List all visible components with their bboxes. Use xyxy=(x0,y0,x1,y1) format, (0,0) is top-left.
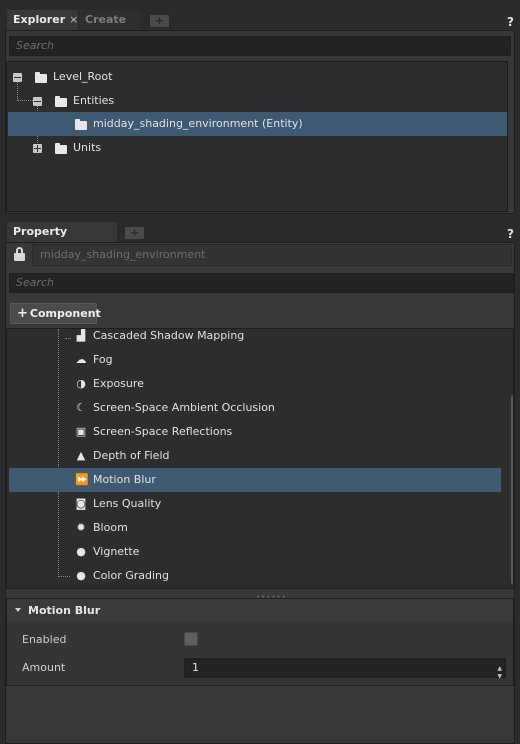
shadow-icon: ▟ xyxy=(76,329,86,342)
component-bloom[interactable]: ✹ Bloom xyxy=(9,516,501,540)
component-list: ▟ Cascaded Shadow Mapping ☁ Fog ◑ Exposu… xyxy=(6,328,514,589)
dot-circle-icon: ● xyxy=(76,545,86,558)
property-editor-tabbar: Property Editor× + ? xyxy=(0,218,520,258)
folder-icon xyxy=(35,72,47,83)
help-icon[interactable]: ? xyxy=(507,227,514,241)
tab-explorer[interactable]: Explorer × xyxy=(7,10,78,30)
road-icon: ▲ xyxy=(76,449,86,462)
component-ssr[interactable]: ▣ Screen-Space Reflections xyxy=(9,420,501,444)
component-list-scrollbar[interactable] xyxy=(511,395,513,585)
amount-value: 1 xyxy=(192,661,199,674)
component-fog[interactable]: ☁ Fog xyxy=(9,348,501,372)
tab-explorer-label: Explorer xyxy=(13,13,66,26)
component-label: Screen-Space Ambient Occlusion xyxy=(93,401,275,414)
enabled-checkbox[interactable] xyxy=(184,632,198,646)
tab-create-label: Create xyxy=(85,13,127,26)
component-label: Fog xyxy=(93,353,113,366)
amount-label: Amount xyxy=(22,661,66,674)
motion-blur-properties: Enabled Amount 1 ▲ ▼ xyxy=(6,622,514,686)
section-title: Motion Blur xyxy=(28,604,101,617)
component-label: Cascaded Shadow Mapping xyxy=(93,329,245,342)
lock-icon[interactable] xyxy=(14,247,25,261)
collapse-icon[interactable] xyxy=(13,73,22,82)
tree-item-label: Entities xyxy=(73,94,115,107)
component-vignette[interactable]: ● Vignette xyxy=(9,540,501,564)
component-depth-of-field[interactable]: ▲ Depth of Field xyxy=(9,444,501,468)
explorer-search-input[interactable]: Search xyxy=(9,36,511,56)
half-circle-icon: ◑ xyxy=(76,377,86,390)
fast-forward-icon: ⏩ xyxy=(75,473,89,486)
help-icon[interactable]: ? xyxy=(507,15,514,29)
tree-item-selected-entity[interactable]: midday_shading_environment (Entity) xyxy=(8,112,507,136)
tab-property-editor[interactable]: Property Editor× xyxy=(7,222,117,258)
tree-item-level-root[interactable]: Level_Root xyxy=(7,65,507,89)
entity-name-field[interactable]: midday_shading_environment xyxy=(32,244,512,266)
component-label: Motion Blur xyxy=(93,473,156,486)
add-component-button[interactable]: + Component xyxy=(10,303,101,324)
component-label: Color Grading xyxy=(93,569,169,582)
add-component-label: Component xyxy=(29,307,101,320)
tree-item-units[interactable]: Units xyxy=(7,136,507,160)
enabled-label: Enabled xyxy=(22,633,67,646)
amount-input[interactable]: 1 ▲ ▼ xyxy=(184,658,506,680)
decrement-icon[interactable]: ▼ xyxy=(497,668,502,686)
component-label: Bloom xyxy=(93,521,128,534)
component-label: Lens Quality xyxy=(93,497,162,510)
tree-item-entities[interactable]: Entities xyxy=(7,89,507,113)
component-label: Exposure xyxy=(93,377,144,390)
component-label: Vignette xyxy=(93,545,140,558)
folder-icon xyxy=(55,143,67,154)
component-color-grading[interactable]: ● Color Grading xyxy=(9,564,501,588)
image-icon: ▣ xyxy=(75,425,87,438)
component-motion-blur[interactable]: ⏩ Motion Blur xyxy=(9,468,501,492)
tree-item-label: Level_Root xyxy=(53,70,113,83)
tab-create[interactable]: Create xyxy=(79,10,141,30)
close-icon[interactable]: × xyxy=(69,13,78,26)
folder-icon xyxy=(55,96,67,107)
expand-icon[interactable] xyxy=(33,144,42,153)
sun-burst-icon: ✹ xyxy=(76,521,86,534)
tree-item-label: Units xyxy=(73,141,102,154)
tree-item-label: midday_shading_environment (Entity) xyxy=(93,117,303,130)
explorer-tree: Level_Root Entities midday_shading_envir… xyxy=(6,61,508,212)
cloud-icon: ☁ xyxy=(75,353,87,366)
component-label: Depth of Field xyxy=(93,449,170,462)
camera-icon: ◙ xyxy=(75,497,87,510)
explorer-tabbar: Explorer × Create + ? xyxy=(0,6,520,30)
component-lens-quality[interactable]: ◙ Lens Quality xyxy=(9,492,501,516)
folder-icon xyxy=(75,119,87,130)
motion-blur-section-header[interactable]: Motion Blur xyxy=(6,598,514,622)
property-search-input[interactable]: Search xyxy=(9,273,514,293)
collapse-icon[interactable] xyxy=(33,97,42,106)
add-tab-icon[interactable]: + xyxy=(125,227,144,239)
component-label: Screen-Space Reflections xyxy=(93,425,233,438)
plus-icon: + xyxy=(17,306,28,321)
add-tab-icon[interactable]: + xyxy=(150,15,169,27)
component-ssao[interactable]: ☾ Screen-Space Ambient Occlusion xyxy=(9,396,501,420)
entity-name-row: midday_shading_environment xyxy=(9,244,512,266)
moon-icon: ☾ xyxy=(76,401,86,414)
collapse-arrow-icon[interactable] xyxy=(15,608,21,612)
component-exposure[interactable]: ◑ Exposure xyxy=(9,372,501,396)
droplet-icon: ● xyxy=(76,569,86,582)
component-cascaded-shadow-mapping[interactable]: ▟ Cascaded Shadow Mapping xyxy=(9,329,501,348)
